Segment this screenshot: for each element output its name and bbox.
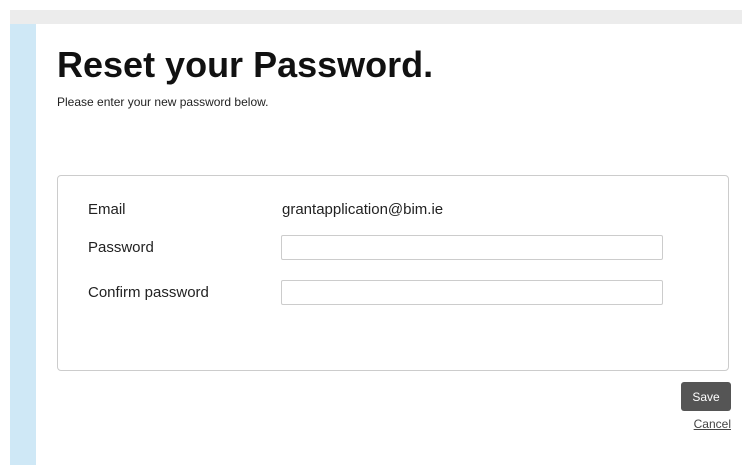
top-strip (0, 0, 742, 10)
reset-password-form: Email grantapplication@bim.ie Password C… (57, 175, 729, 371)
page-title: Reset your Password. (57, 44, 434, 85)
page-subtitle: Please enter your new password below. (57, 95, 269, 109)
top-bar (10, 10, 742, 24)
email-label: Email (88, 201, 126, 218)
password-field[interactable] (281, 235, 663, 260)
reset-password-page: Reset your Password. Please enter your n… (0, 0, 742, 465)
confirm-password-field[interactable] (281, 280, 663, 305)
save-button[interactable]: Save (681, 382, 731, 411)
password-label: Password (88, 239, 154, 256)
email-value: grantapplication@bim.ie (282, 201, 444, 218)
cancel-link[interactable]: Cancel (694, 417, 731, 431)
confirm-password-label: Confirm password (88, 284, 209, 301)
left-sidebar (10, 24, 36, 465)
